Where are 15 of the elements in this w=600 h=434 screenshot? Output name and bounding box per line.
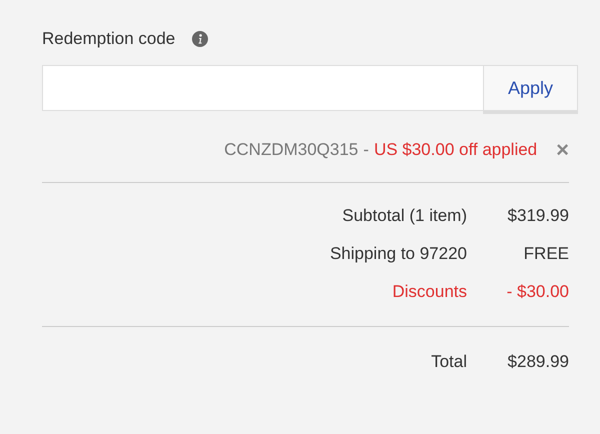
- field-label: Redemption code: [42, 29, 176, 49]
- total-label: Total: [431, 352, 467, 372]
- summary-value: - $30.00: [506, 282, 569, 302]
- summary-value: $319.99: [506, 206, 569, 226]
- summary-label: Discounts: [392, 282, 467, 302]
- separator-text: -: [363, 140, 369, 160]
- summary-value: FREE: [522, 244, 569, 264]
- summary-label: Shipping to 97220: [330, 244, 467, 264]
- discount-message: US $30.00 off applied: [374, 140, 538, 160]
- total-value: $289.99: [506, 352, 569, 372]
- apply-button[interactable]: Apply: [483, 65, 578, 111]
- redemption-code-field[interactable]: [42, 65, 483, 111]
- info-icon[interactable]: [192, 31, 208, 47]
- summary-label: Subtotal (1 item): [342, 206, 467, 226]
- promo-code: CCNZDM30Q315: [224, 140, 358, 160]
